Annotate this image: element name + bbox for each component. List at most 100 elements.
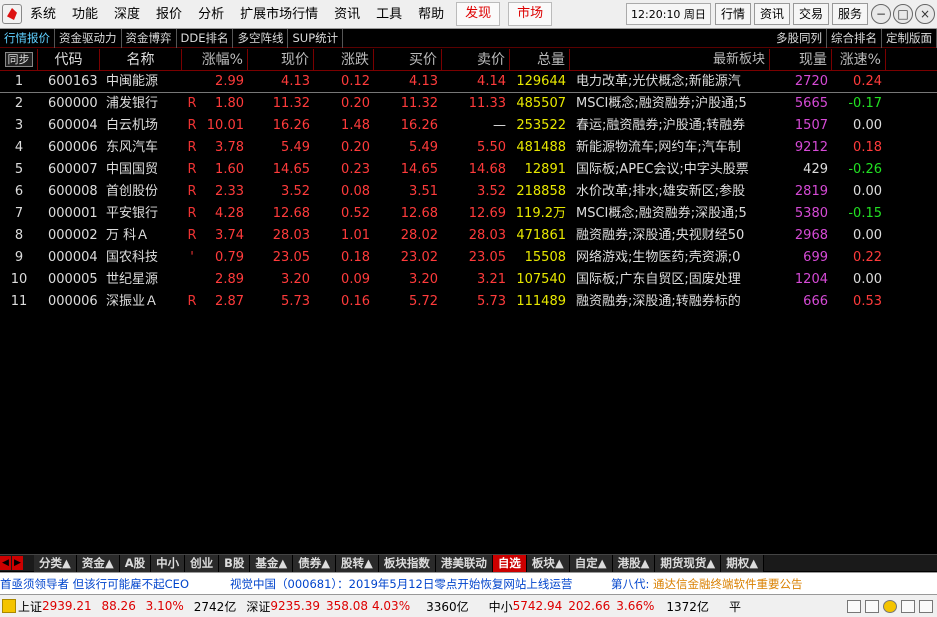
menu-info[interactable]: 资讯 — [326, 0, 368, 29]
header-sell[interactable]: 卖价 — [442, 49, 510, 71]
layout-icon[interactable] — [865, 599, 879, 613]
change-percent: 0.79 — [215, 250, 244, 265]
bottom-tab[interactable]: 板块指数 — [378, 554, 436, 572]
tab-capital-game[interactable]: 资金博弈 — [122, 29, 177, 48]
signal-icon[interactable] — [919, 599, 933, 613]
tab-composite-rank[interactable]: 综合排名 — [827, 29, 882, 48]
table-row[interactable]: 5 600007 中国国贸 R 1.60 14.65 0.23 14.65 14.68 12891… — [0, 159, 937, 181]
bid-price: 3.51 — [409, 184, 438, 199]
zx-value[interactable]: 5742.94 — [513, 599, 563, 613]
header-code[interactable]: 代码 — [38, 49, 100, 71]
current-price: 11.32 — [272, 96, 310, 111]
bottom-tab[interactable]: 期货现货▲ — [655, 554, 722, 572]
tab-custom-layout[interactable]: 定制版面 — [882, 29, 937, 48]
tab-long-short[interactable]: 多空阵线 — [233, 29, 289, 48]
tab-dde-rank[interactable]: DDE排名 — [177, 29, 234, 48]
bottom-tab[interactable]: 中小 — [151, 554, 186, 572]
current-volume: 5380 — [794, 206, 828, 221]
menu-system[interactable]: 系统 — [22, 0, 64, 29]
scroll-left-icon[interactable]: ◀ — [0, 556, 11, 570]
tab-sup-stats[interactable]: SUP统计 — [288, 29, 344, 48]
sync-button[interactable]: 同步 — [0, 49, 38, 71]
table-row[interactable]: 8 000002 万 科Ａ R 3.74 28.03 1.01 28.02 28.03 47186… — [0, 225, 937, 247]
tab-quotes[interactable]: 行情报价 — [0, 29, 55, 48]
bottom-tab[interactable]: A股 — [119, 554, 152, 572]
service-button[interactable]: 服务 — [831, 3, 868, 25]
tab-capital-driver[interactable]: 资金驱动力 — [55, 29, 122, 48]
ticker-label: 第八代: — [611, 577, 650, 591]
bottom-tab[interactable]: 板块▲ — [526, 554, 570, 572]
stock-name: 世纪星源 — [106, 272, 159, 287]
table-row[interactable]: 6 600008 首创股份 R 2.33 3.52 0.08 3.51 3.52 218858 水价… — [0, 181, 937, 203]
close-icon[interactable]: × — [915, 4, 935, 24]
menu-quote[interactable]: 报价 — [148, 0, 190, 29]
bottom-tab[interactable]: 自选 — [492, 554, 527, 572]
ticker-news-1[interactable]: 首亟须领导者 但该行可能雇不起CEO — [0, 573, 189, 594]
minimize-icon[interactable]: − — [871, 4, 891, 24]
sh-value[interactable]: 2939.21 — [42, 599, 92, 613]
bottom-tab[interactable]: 债券▲ — [293, 554, 337, 572]
bottom-tab[interactable]: 资金▲ — [76, 554, 120, 572]
bottom-tab[interactable]: 期权▲ — [721, 554, 765, 572]
current-price: 28.03 — [272, 228, 310, 243]
bottom-tab[interactable]: 股转▲ — [336, 554, 379, 572]
alert-icon[interactable] — [883, 599, 897, 613]
bottom-tab[interactable]: 港美联动 — [435, 554, 493, 572]
price-change: 0.20 — [341, 96, 370, 111]
row-index: 4 — [14, 140, 24, 155]
window-icon[interactable] — [847, 599, 861, 613]
table-row[interactable]: 3 600004 白云机场 R 10.01 16.26 1.48 16.26 — 253522 春运… — [0, 115, 937, 137]
menu-depth[interactable]: 深度 — [106, 0, 148, 29]
bottom-tab[interactable]: B股 — [219, 554, 251, 572]
menu-extended-market[interactable]: 扩展市场行情 — [232, 0, 326, 29]
trade-button[interactable]: 交易 — [792, 3, 829, 25]
market-category-tabs: ◀ ▶ 分类▲ 资金▲ A股 中小 创业 B股 基金▲ 债券▲ 股转▲ 板块指数 港美联动 自选 板块▲… — [0, 554, 937, 572]
total-volume: 107540 — [516, 272, 566, 287]
menu-market[interactable]: 市场 — [508, 2, 553, 26]
header-buy[interactable]: 买价 — [374, 49, 442, 71]
ask-price: 14.68 — [468, 162, 506, 177]
menu-help[interactable]: 帮助 — [410, 0, 452, 29]
status-bar: 上证 2939.21 88.26 3.10% 2742亿 深证 9235.39 … — [0, 594, 937, 617]
ticker-news-3[interactable]: 通达信金融终端软件重要公告 — [653, 573, 803, 594]
bottom-tab[interactable]: 基金▲ — [250, 554, 294, 572]
quote-button[interactable]: 行情 — [714, 3, 751, 25]
header-volume[interactable]: 总量 — [510, 49, 570, 71]
current-volume: 5665 — [794, 96, 828, 111]
table-row[interactable]: 11 000006 深振业Ａ R 2.87 5.73 0.16 5.72 5.73 111489 融… — [0, 291, 937, 313]
header-speed[interactable]: 涨速% — [832, 49, 886, 71]
header-block[interactable]: 最新板块 — [570, 49, 770, 71]
bottom-tab[interactable]: 港股▲ — [612, 554, 656, 572]
bid-price: 5.72 — [409, 294, 438, 309]
table-row[interactable]: 9 000004 国农科技 ' 0.79 23.05 0.18 23.02 23.05 15508… — [0, 247, 937, 269]
price-change: 0.18 — [341, 250, 370, 265]
stock-name: 浦发银行 — [106, 96, 159, 111]
table-row[interactable]: 10 000005 世纪星源 2.89 3.20 0.09 3.20 3.21 107540 国际… — [0, 269, 937, 291]
total-volume: 119.2万 — [515, 206, 566, 221]
stock-name: 国农科技 — [106, 250, 159, 265]
settings-icon[interactable] — [901, 599, 915, 613]
scroll-right-icon[interactable]: ▶ — [12, 556, 23, 570]
table-row[interactable]: 1 600163 中闽能源 2.99 4.13 0.12 4.13 4.14 129644 电力改… — [0, 71, 937, 93]
header-name[interactable]: 名称 — [100, 49, 182, 71]
header-current-volume[interactable]: 现量 — [770, 49, 832, 71]
menu-function[interactable]: 功能 — [64, 0, 106, 29]
sz-value[interactable]: 9235.39 — [270, 599, 320, 613]
ticker-news-2[interactable]: 视觉中国（000681）：2019年5月12日零点开始恢复网站上线运营 — [230, 573, 572, 594]
tab-multi-stock[interactable]: 多股同列 — [772, 29, 827, 48]
menu-analysis[interactable]: 分析 — [190, 0, 232, 29]
menu-discover[interactable]: 发现 — [456, 2, 501, 26]
menu-tools[interactable]: 工具 — [368, 0, 410, 29]
table-row[interactable]: 4 600006 东风汽车 R 3.78 5.49 0.20 5.49 5.50 481488 新能… — [0, 137, 937, 159]
stock-name: 平安银行 — [106, 206, 159, 221]
info-button[interactable]: 资讯 — [753, 3, 790, 25]
table-row[interactable]: 2 600000 浦发银行 R 1.80 11.32 0.20 11.32 11.33 48550… — [0, 93, 937, 115]
bottom-tab[interactable]: 创业 — [185, 554, 220, 572]
maximize-icon[interactable]: □ — [893, 4, 913, 24]
bottom-tab[interactable]: 分类▲ — [34, 554, 77, 572]
header-pct[interactable]: 涨幅% — [182, 49, 248, 71]
header-chg[interactable]: 涨跌 — [314, 49, 374, 71]
header-now[interactable]: 现价 — [248, 49, 314, 71]
table-row[interactable]: 7 000001 平安银行 R 4.28 12.68 0.52 12.68 12.69 119.2… — [0, 203, 937, 225]
bottom-tab[interactable]: 自定▲ — [569, 554, 613, 572]
